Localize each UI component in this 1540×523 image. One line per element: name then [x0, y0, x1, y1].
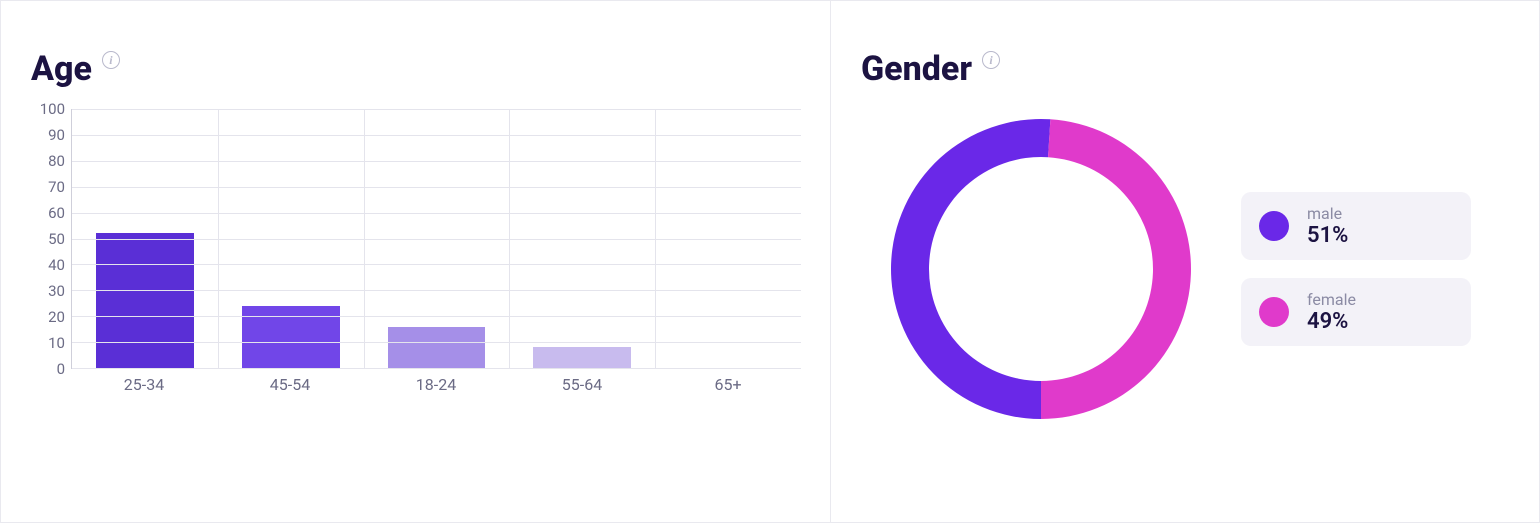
grid-vline [509, 109, 510, 368]
donut-slice-male [891, 119, 1050, 419]
y-tick-label: 20 [31, 308, 65, 326]
gridline [72, 161, 801, 162]
y-tick-label: 80 [31, 152, 65, 170]
info-icon[interactable] [982, 51, 1000, 69]
x-tick-label: 65+ [714, 375, 741, 394]
gridline [72, 213, 801, 214]
age-y-axis: 0102030405060708090100 [31, 109, 71, 369]
info-icon[interactable] [102, 51, 120, 69]
legend-value: 49% [1307, 309, 1356, 334]
age-panel-title: Age [31, 49, 800, 89]
legend-swatch [1259, 297, 1289, 327]
legend-label: female [1307, 290, 1356, 309]
age-title-text: Age [31, 49, 92, 89]
grid-vline [655, 109, 656, 368]
gridline [72, 109, 801, 110]
x-tick-label: 45-54 [270, 375, 310, 394]
gridline [72, 342, 801, 343]
x-tick-label: 18-24 [416, 375, 456, 394]
legend-label: male [1307, 204, 1348, 223]
age-bar [242, 306, 340, 368]
y-tick-label: 10 [31, 334, 65, 352]
gender-panel: Gender male51% female49% [831, 1, 1539, 522]
gender-donut-chart [881, 109, 1201, 429]
y-tick-label: 60 [31, 204, 65, 222]
gridline [72, 187, 801, 188]
age-bar [533, 347, 631, 368]
demographics-panels: Age 0 10 20 30 40 50 60 70 80 90 100 25-34 45-54 18-… [0, 0, 1540, 523]
age-bar [96, 233, 194, 368]
gender-panel-title: Gender [861, 49, 1509, 89]
legend-text: male51% [1307, 204, 1348, 248]
gridline [72, 290, 801, 291]
x-tick-label: 25-34 [124, 375, 164, 394]
age-plot-area [71, 109, 801, 369]
gender-body: male51% female49% [861, 109, 1509, 429]
y-tick-label: 0 [31, 360, 65, 378]
gender-legend: male51% female49% [1241, 192, 1471, 346]
gridline [72, 239, 801, 240]
age-x-axis: 25-34 45-54 18-24 55-64 65+ [71, 369, 801, 399]
grid-vline [364, 109, 365, 368]
y-tick-label: 70 [31, 178, 65, 196]
y-tick-label: 30 [31, 282, 65, 300]
y-tick-label: 90 [31, 126, 65, 144]
age-bar-chart: 0102030405060708090100 25-3445-5418-2455… [31, 109, 801, 399]
gender-title-text: Gender [861, 49, 972, 89]
legend-swatch [1259, 211, 1289, 241]
gridline [72, 264, 801, 265]
y-tick-label: 50 [31, 230, 65, 248]
legend-item-male[interactable]: male51% [1241, 192, 1471, 260]
donut-slice-female [1041, 119, 1191, 419]
legend-text: female49% [1307, 290, 1356, 334]
age-bar [388, 327, 486, 368]
age-panel: Age 0 10 20 30 40 50 60 70 80 90 100 25-34 45-54 18-… [1, 1, 831, 522]
legend-value: 51% [1307, 223, 1348, 248]
gridline [72, 316, 801, 317]
legend-item-female[interactable]: female49% [1241, 278, 1471, 346]
grid-vline [218, 109, 219, 368]
gridline [72, 135, 801, 136]
x-tick-label: 55-64 [562, 375, 602, 394]
y-tick-label: 100 [31, 100, 65, 118]
y-tick-label: 40 [31, 256, 65, 274]
